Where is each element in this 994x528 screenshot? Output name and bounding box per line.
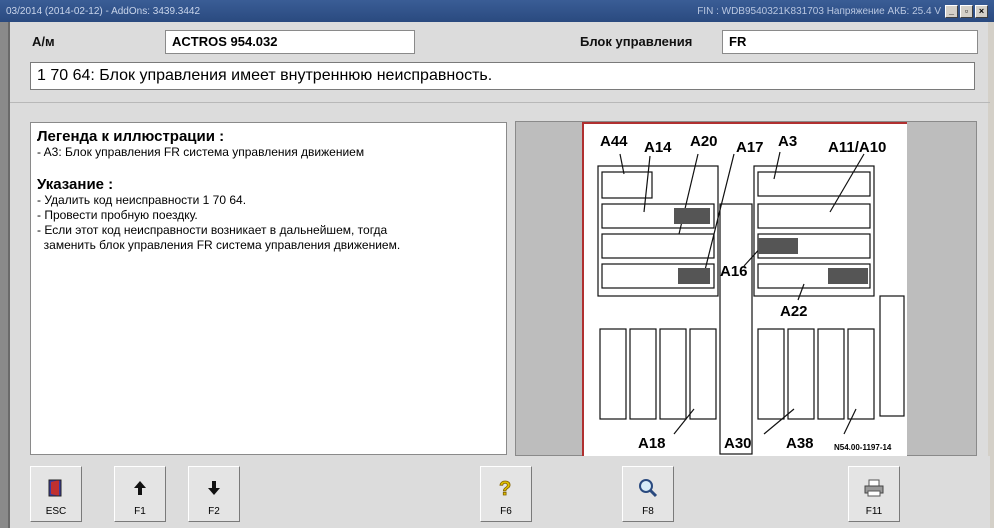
fkey-label: F6 xyxy=(500,506,512,517)
ecu-label: Блок управления xyxy=(580,34,693,49)
info-text-panel: Легенда к иллюстрации : - A3: Блок управ… xyxy=(30,122,507,455)
fkey-label: F2 xyxy=(208,506,220,517)
function-key-bar: ESC F1 F2 ? F6 F8 F11 xyxy=(10,456,990,528)
exit-door-icon xyxy=(47,474,65,502)
window-titlebar: 03/2014 (2014-02-12) - AddOns: 3439.3442… xyxy=(0,0,994,22)
maximize-button[interactable]: ▫ xyxy=(960,4,973,18)
main-frame: А/м ACTROS 954.032 Блок управления FR 1 … xyxy=(8,22,990,528)
svg-text:?: ? xyxy=(499,478,511,499)
esc-button[interactable]: ESC xyxy=(30,466,82,522)
fkey-label: F8 xyxy=(642,506,654,517)
diagram-label: A17 xyxy=(736,139,764,156)
diagram-label: A38 xyxy=(786,435,814,452)
f11-button[interactable]: F11 xyxy=(848,466,900,522)
note-line: - Если этот код неисправности возникает … xyxy=(37,223,388,237)
diagram-label: A30 xyxy=(724,435,752,452)
diagram-label: A20 xyxy=(690,133,718,150)
status-info: FIN : WDB9540321K831703 Напряжение АКБ: … xyxy=(697,5,941,17)
close-button[interactable]: × xyxy=(975,4,988,18)
window-left-edge xyxy=(0,22,8,528)
f1-button[interactable]: F1 xyxy=(114,466,166,522)
diagram-svg: A44 A14 A20 A17 A3 A11/A10 A16 A22 A18 A… xyxy=(597,133,905,455)
legend-line: - A3: Блок управления FR система управле… xyxy=(37,145,365,159)
ecu-location-diagram: A44 A14 A20 A17 A3 A11/A10 A16 A22 A18 A… xyxy=(582,122,907,456)
f8-button[interactable]: F8 xyxy=(622,466,674,522)
legend-title: Легенда к иллюстрации : xyxy=(37,128,225,145)
f6-button[interactable]: ? F6 xyxy=(480,466,532,522)
illustration-panel: A44 A14 A20 A17 A3 A11/A10 A16 A22 A18 A… xyxy=(515,121,977,456)
fkey-label: ESC xyxy=(45,506,67,517)
help-question-icon: ? xyxy=(497,474,515,502)
fkey-label: F1 xyxy=(134,506,146,517)
arrow-up-icon xyxy=(133,474,147,502)
note-line: - Провести пробную поездку. xyxy=(37,208,198,222)
printer-icon xyxy=(864,474,884,502)
vehicle-label: А/м xyxy=(32,34,55,49)
diagram-label: A14 xyxy=(644,139,672,156)
diagram-label: A16 xyxy=(720,263,748,280)
diagram-label: A3 xyxy=(778,133,797,150)
note-title: Указание : xyxy=(37,176,114,193)
f2-button[interactable]: F2 xyxy=(188,466,240,522)
diagram-ref: N54.00-1197-14 xyxy=(834,443,892,452)
fkey-label: F11 xyxy=(865,506,883,517)
diagram-label: A44 xyxy=(600,133,628,150)
window-title: 03/2014 (2014-02-12) - AddOns: 3439.3442 xyxy=(6,5,201,17)
note-line: заменить блок управления FR система упра… xyxy=(37,238,401,252)
magnifier-icon xyxy=(638,474,658,502)
vehicle-field: ACTROS 954.032 xyxy=(165,30,415,54)
note-line: - Удалить код неисправности 1 70 64. xyxy=(37,193,247,207)
diagram-label: A11/A10 xyxy=(828,139,886,156)
diagram-label: A22 xyxy=(780,303,808,320)
arrow-down-icon xyxy=(207,474,221,502)
header-row: А/м ACTROS 954.032 Блок управления FR xyxy=(10,28,990,54)
diagram-label: A18 xyxy=(638,435,666,452)
minimize-button[interactable]: _ xyxy=(945,4,958,18)
ecu-field: FR xyxy=(722,30,978,54)
divider xyxy=(10,102,990,103)
fault-message: 1 70 64: Блок управления имеет внутренню… xyxy=(30,62,975,90)
